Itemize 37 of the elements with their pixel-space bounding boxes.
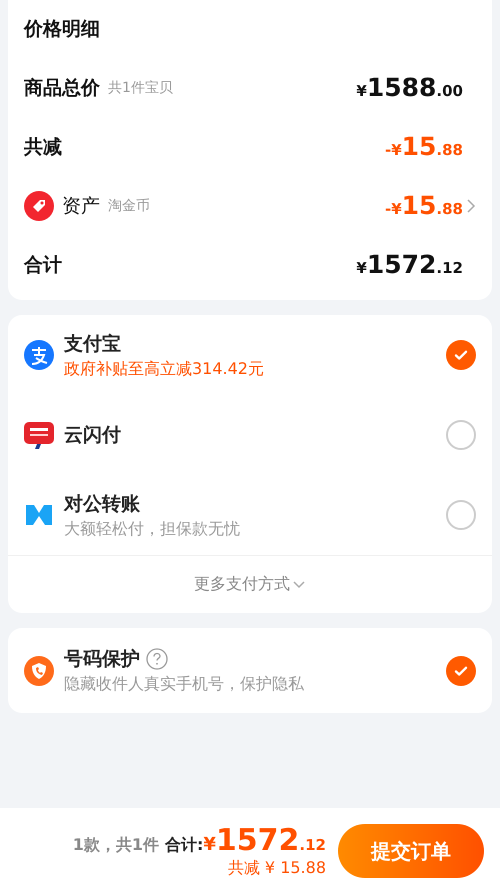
shield-phone-icon [24,656,54,686]
payment-name: 支付宝 [64,332,122,356]
payment-name: 云闪付 [64,423,121,448]
price-amount: -¥15.88 [384,191,463,220]
payment-subtitle: 大额轻松付，担保款无忧 [64,518,240,540]
tag-icon [24,190,54,220]
section-title: 价格明细 [24,17,101,42]
radio-button[interactable] [446,500,476,530]
row-note: 共1件宝贝 [108,78,173,96]
item-count: 1款，共1件 [72,835,159,856]
chevron-right-icon[interactable] [466,198,476,214]
more-payment-link[interactable]: 更多支付方式 [8,555,492,613]
row-label: 资产 [62,194,100,218]
service-description: 隐藏收件人真实手机号，保护隐私 [64,674,304,695]
radio-button[interactable] [446,420,476,450]
discount-text: 共减 ¥ 15.88 [228,858,326,879]
payment-option[interactable]: 云闪付 [8,395,492,475]
payment-logo-icon [24,420,54,450]
help-icon[interactable] [146,648,168,670]
radio-button[interactable] [446,340,476,370]
price-amount: -¥15.88 [384,132,463,161]
checkbox[interactable] [446,656,476,686]
payment-option[interactable]: 支付宝 政府补贴至高立减314.42元 [8,315,492,395]
payment-name: 对公转账 [64,492,141,516]
price-amount: ¥1572.12 [356,250,463,279]
row-note: 淘金币 [108,196,150,214]
row-label: 共减 [24,134,62,160]
total-label: 合计: [164,835,204,856]
payment-subtitle: 政府补贴至高立减314.42元 [64,358,264,380]
chevron-down-icon [292,580,306,590]
payment-logo-icon [24,340,54,370]
service-name: 号码保护 [64,647,140,672]
total-amount: ¥1572.12 [203,823,326,858]
payment-option[interactable]: 对公转账 大额轻松付，担保款无忧 [8,475,492,555]
row-label: 商品总价 [24,76,100,100]
price-amount: ¥1588.00 [356,73,463,102]
row-label: 合计 [24,252,62,278]
